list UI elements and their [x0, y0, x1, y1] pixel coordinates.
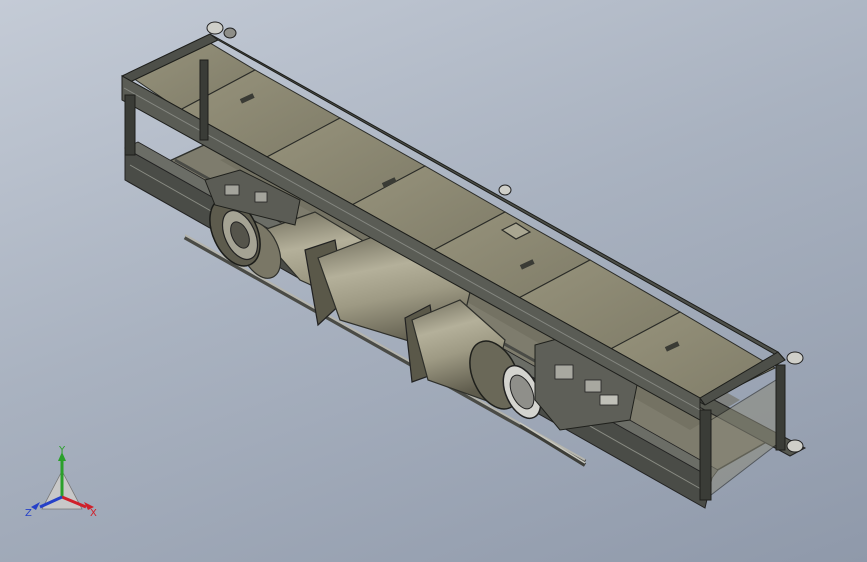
graphics-viewport[interactable]: Y X Z: [0, 0, 867, 562]
x-axis-label: X: [90, 508, 97, 519]
3d-model-assembly[interactable]: [0, 0, 867, 562]
z-axis-label: Z: [25, 508, 32, 519]
axis-triad: Y X Z: [25, 445, 97, 519]
z-axis-arrow-icon: [31, 502, 40, 510]
y-axis-label: Y: [58, 445, 66, 456]
